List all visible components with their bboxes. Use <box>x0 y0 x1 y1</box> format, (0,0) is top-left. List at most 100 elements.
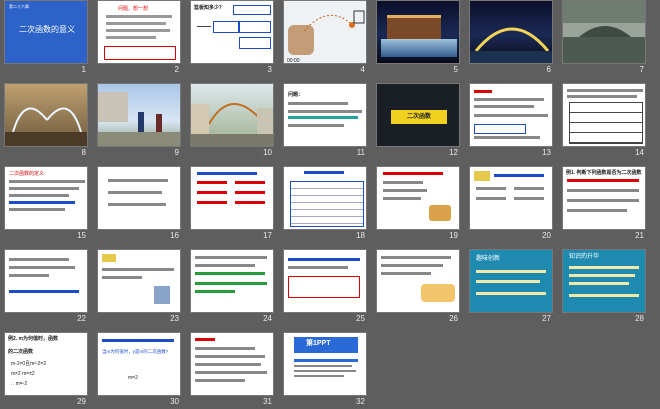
slide-thumbnail[interactable]: 问题，想一想 2 <box>97 0 181 76</box>
slide-preview <box>376 249 460 313</box>
slide-number: 4 <box>360 65 365 74</box>
slide-thumbnail[interactable]: 18 <box>283 166 367 242</box>
slide-number: 25 <box>356 314 365 323</box>
slide-thumbnail[interactable]: 问题： 11 <box>283 83 367 159</box>
slide-thumbnail[interactable]: 二次函数的定义 15 <box>4 166 88 242</box>
throw-arc-illustration <box>191 103 273 146</box>
slide-number: 6 <box>546 65 551 74</box>
slide-number: 21 <box>635 231 644 240</box>
slide-thumbnail[interactable]: 例2. m为何值时，函数 的二次函数 m-2≠0且m²-2=2 m≠2 m=±2… <box>4 332 88 408</box>
slide-thumbnail[interactable]: 趣味创新 27 <box>469 249 553 325</box>
slide-preview: 知识的升华 <box>562 249 646 313</box>
stone-bridge-illustration <box>563 23 645 63</box>
slide-preview: 第二十六章 二次函数的意义 <box>4 0 88 64</box>
slide-preview: 例1. 判断下列函数是否为二次函数 <box>562 166 646 230</box>
slide-thumbnail[interactable]: 13 <box>469 83 553 159</box>
slide-text: m-2≠0且m²-2=2 <box>11 361 47 367</box>
slide-preview <box>469 0 553 64</box>
slide-number: 18 <box>356 231 365 240</box>
slide-number: 2 <box>174 65 179 74</box>
slide-thumbnail[interactable]: 20 <box>469 166 553 242</box>
slide-preview: 篮板知多少？ <box>190 0 274 64</box>
slide-heading: 例2. m为何值时，函数 <box>8 336 59 342</box>
slide-preview <box>562 0 646 64</box>
trajectory-illustration <box>303 10 365 32</box>
slide-thumbnail[interactable]: 篮板知多少？ 3 <box>190 0 274 76</box>
slide-thumbnail[interactable]: 10 <box>190 83 274 159</box>
slide-number: 10 <box>263 148 272 157</box>
slide-number: 32 <box>356 397 365 406</box>
slide-thumbnail[interactable]: 当m为何值时，y是m的二次函数? m=2 30 <box>97 332 181 408</box>
slide-preview <box>97 166 181 230</box>
slide-thumbnail[interactable]: 知识的升华 28 <box>562 249 646 325</box>
slide-preview <box>283 166 367 230</box>
slide-preview <box>469 83 553 147</box>
slide-thumbnail[interactable]: 14 <box>562 83 646 159</box>
slide-number: 15 <box>77 231 86 240</box>
slide-thumbnail[interactable]: 31 <box>190 332 274 408</box>
slide-number: 26 <box>449 314 458 323</box>
slide-preview <box>4 249 88 313</box>
slide-preview <box>190 332 274 396</box>
slide-preview <box>562 83 646 147</box>
slide-number: 24 <box>263 314 272 323</box>
slide-heading: 趣味创新 <box>476 256 501 262</box>
slide-heading: 二次函数 <box>407 114 432 120</box>
slide-thumbnail[interactable]: 26 <box>376 249 460 325</box>
slide-thumbnail[interactable]: 25 <box>283 249 367 325</box>
slide-preview: 第1PPT <box>283 332 367 396</box>
slide-number: 28 <box>635 314 644 323</box>
slide-thumbnail[interactable]: 7 <box>562 0 646 76</box>
slide-number: 17 <box>263 231 272 240</box>
slide-thumbnail[interactable]: 5 <box>376 0 460 76</box>
slide-preview <box>283 249 367 313</box>
bridge-illustration <box>470 27 552 63</box>
slide-preview: 问题，想一想 <box>97 0 181 64</box>
slide-thumbnail[interactable]: 6 <box>469 0 553 76</box>
slide-preview: 当m为何值时，y是m的二次函数? m=2 <box>97 332 181 396</box>
slide-number: 20 <box>542 231 551 240</box>
slide-preview: 问题： <box>283 83 367 147</box>
slide-thumbnail[interactable]: 17 <box>190 166 274 242</box>
slide-preview <box>376 0 460 64</box>
slide-thumbnail[interactable]: 23 <box>97 249 181 325</box>
slide-thumbnail[interactable]: 第二十六章 二次函数的意义 1 <box>4 0 88 76</box>
slide-text: m=2 <box>128 375 138 381</box>
slide-number: 3 <box>267 65 272 74</box>
slide-preview <box>190 166 274 230</box>
slide-number: 22 <box>77 314 86 323</box>
slide-number: 27 <box>542 314 551 323</box>
slide-preview <box>469 166 553 230</box>
slide-number: 5 <box>453 65 458 74</box>
slide-text: 的二次函数 <box>8 349 34 355</box>
timer-text: 00:00 <box>287 58 300 64</box>
brand-logo-text: 第1PPT <box>306 340 331 347</box>
slide-thumbnail[interactable]: 22 <box>4 249 88 325</box>
slide-preview <box>4 83 88 147</box>
slide-text: ∴ m=-2 <box>11 381 28 387</box>
slide-thumbnail[interactable]: 例1. 判断下列函数是否为二次函数 21 <box>562 166 646 242</box>
slide-preview <box>97 249 181 313</box>
slide-thumbnail[interactable]: 19 <box>376 166 460 242</box>
slide-thumbnail[interactable]: 16 <box>97 166 181 242</box>
slide-thumbnail[interactable]: 8 <box>4 83 88 159</box>
fountain-illustration <box>5 107 87 146</box>
slide-number: 16 <box>170 231 179 240</box>
slide-number: 11 <box>356 148 365 157</box>
slide-thumbnail[interactable]: 00:00 4 <box>283 0 367 76</box>
slide-number: 12 <box>449 148 458 157</box>
slide-number: 23 <box>170 314 179 323</box>
slide-thumbnail[interactable]: 二次函数 12 <box>376 83 460 159</box>
slide-preview: 例2. m为何值时，函数 的二次函数 m-2≠0且m²-2=2 m≠2 m=±2… <box>4 332 88 396</box>
slide-thumbnail[interactable]: 9 <box>97 83 181 159</box>
slide-number: 19 <box>449 231 458 240</box>
slide-sorter-grid: 第二十六章 二次函数的意义 1 问题，想一想 2 篮板知多少？ 3 00:00 … <box>0 0 660 409</box>
slide-number: 29 <box>77 397 86 406</box>
slide-thumbnail[interactable]: 24 <box>190 249 274 325</box>
slide-thumbnail[interactable]: 第1PPT 32 <box>283 332 367 408</box>
slide-text: m≠2 m=±2 <box>11 371 35 377</box>
slide-preview: 二次函数的定义 <box>4 166 88 230</box>
slide-preview: 趣味创新 <box>469 249 553 313</box>
slide-heading: 知识的升华 <box>569 254 600 260</box>
slide-preview <box>190 83 274 147</box>
